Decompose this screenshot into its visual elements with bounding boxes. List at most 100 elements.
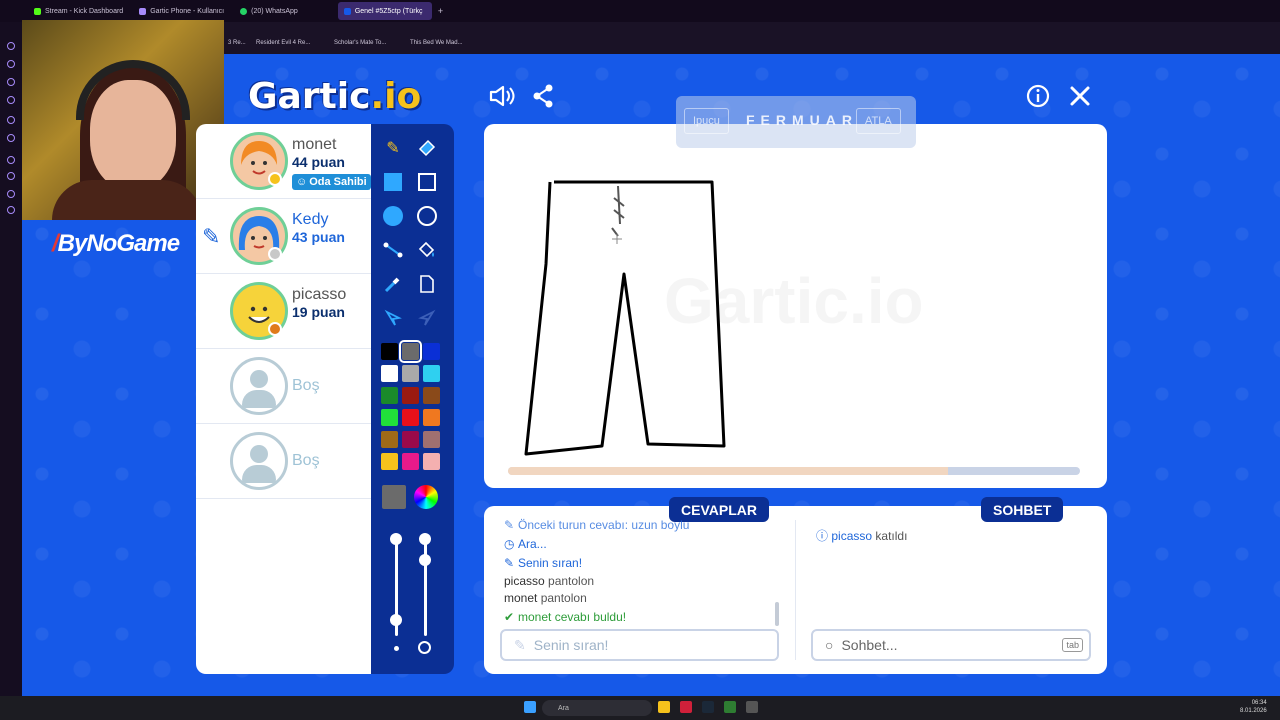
empty-avatar-icon [230,432,288,490]
slider-handle[interactable] [390,614,402,626]
discord-icon[interactable] [7,134,15,142]
tab-gartic-phone[interactable]: Gartic Phone - Kullanıcı [133,2,230,20]
answer-message: ✔ monet cevabı buldu! [504,610,627,624]
color-swatch[interactable] [381,409,398,426]
empty-slot: Boş [196,349,371,424]
tab-kick-dashboard[interactable]: Stream - Kick Dashboard [28,2,129,20]
color-swatch[interactable] [423,365,440,382]
answer-message: ◷ Ara... [504,537,547,551]
chat-input-placeholder: Sohbet... [841,637,898,653]
color-swatch[interactable] [423,409,440,426]
opera-icon[interactable] [680,701,692,713]
tab-gartic-io[interactable]: Genel #5Z5ctp (Türkç [337,2,432,20]
current-color-swatch [382,485,406,509]
empty-slot-label: Boş [292,377,320,394]
answer-message: monet pantolon [504,591,587,605]
smile-icon: ☺ [296,176,308,188]
file-explorer-icon[interactable] [658,701,670,713]
sidebar-app-icon[interactable] [7,156,15,164]
close-icon[interactable] [1066,82,1094,110]
undo-tool-icon[interactable] [379,304,407,332]
bookmark-item[interactable]: Resident Evil 4 Re... [256,40,310,46]
share-icon[interactable] [530,82,556,110]
large-brush-icon [418,641,431,654]
windows-start-icon[interactable] [524,701,536,713]
filled-rect-tool-icon[interactable] [379,168,407,196]
tab-whatsapp[interactable]: (20) WhatsApp [234,2,304,20]
line-tool-icon[interactable] [379,236,407,264]
slider-handle[interactable] [419,554,431,566]
taskbar-search[interactable]: Ara [542,700,652,716]
color-swatch[interactable] [423,387,440,404]
opacity-slider[interactable] [424,536,427,636]
player-card: Kedy 43 puan [196,199,371,274]
player-score: 43 puan [292,229,345,245]
color-swatch[interactable] [381,365,398,382]
tab-label: Stream - Kick Dashboard [45,7,124,15]
slider-handle[interactable] [419,533,431,545]
pencil-icon: ✎ [504,518,515,532]
color-swatch[interactable] [381,387,398,404]
drawing-canvas[interactable]: Gartic.io [484,124,1107,488]
color-picker-icon[interactable] [414,485,438,509]
pants-drawing [524,180,726,456]
sidebar-app-icon[interactable] [7,116,15,124]
color-swatch[interactable] [399,340,422,363]
color-swatch[interactable] [402,431,419,448]
color-swatch[interactable] [381,431,398,448]
color-swatch[interactable] [402,453,419,470]
gartic-logo: Gartic.io [248,76,422,117]
drawing-player-pencil-icon: ✎ [202,224,221,249]
sidebar-app-icon[interactable] [7,60,15,68]
sidebar-app-icon[interactable] [7,96,15,104]
pencil-tool-icon[interactable]: ✎ [379,134,407,162]
skip-button[interactable]: ATLA [856,108,901,134]
color-swatch[interactable] [402,387,419,404]
color-swatch[interactable] [423,453,440,470]
hint-button[interactable]: Ipucu [684,108,729,134]
app-icon[interactable] [724,701,736,713]
color-swatch[interactable] [423,343,440,360]
chat-header: SOHBET [981,497,1064,522]
new-page-tool-icon[interactable] [413,270,441,298]
sidebar-app-icon[interactable] [7,190,15,198]
kick-icon [34,7,41,15]
circle-tool-icon[interactable] [413,202,441,230]
player-score: 19 puan [292,304,345,320]
sidebar-app-icon[interactable] [7,172,15,180]
slider-handle[interactable] [390,533,402,545]
color-swatch[interactable] [402,365,419,382]
sidebar-app-icon[interactable] [7,78,15,86]
steam-icon[interactable] [702,701,714,713]
color-swatch[interactable] [381,343,398,360]
player-score: 44 puan [292,154,345,170]
answer-input[interactable]: ✎ Senin sıran! [500,629,779,661]
color-swatch[interactable] [402,409,419,426]
player-name: monet [292,136,337,153]
bookmark-item[interactable]: Scholar's Mate To... [334,40,386,46]
status-badge [268,247,282,261]
sidebar-app-icon[interactable] [7,42,15,50]
obs-icon[interactable] [746,701,758,713]
sidebar-app-icon[interactable] [7,206,15,214]
filled-circle-tool-icon[interactable] [379,202,407,230]
chat-input[interactable]: ○ Sohbet... tab [811,629,1091,661]
pencil-icon: ✎ [514,636,526,653]
bynogame-logo: /ByNoGame [52,230,180,257]
bookmark-item[interactable]: 3 Re... [228,40,246,46]
eraser-tool-icon[interactable] [413,134,441,162]
redo-tool-icon[interactable] [413,304,441,332]
rect-tool-icon[interactable] [413,168,441,196]
answers-scrollbar[interactable] [775,602,779,626]
pencil-icon: ✎ [504,556,515,570]
bookmark-item[interactable]: This Bed We Mad... [410,40,463,46]
new-tab-button[interactable]: + [438,6,443,16]
room-owner-badge: ☺ Oda Sahibi [292,174,371,190]
color-swatch[interactable] [381,453,398,470]
sound-icon[interactable] [488,82,516,110]
info-icon[interactable] [1024,82,1052,110]
fill-bucket-tool-icon[interactable] [413,236,441,264]
eyedropper-tool-icon[interactable] [379,270,407,298]
color-swatch[interactable] [423,431,440,448]
round-timer-bar [508,467,1080,475]
